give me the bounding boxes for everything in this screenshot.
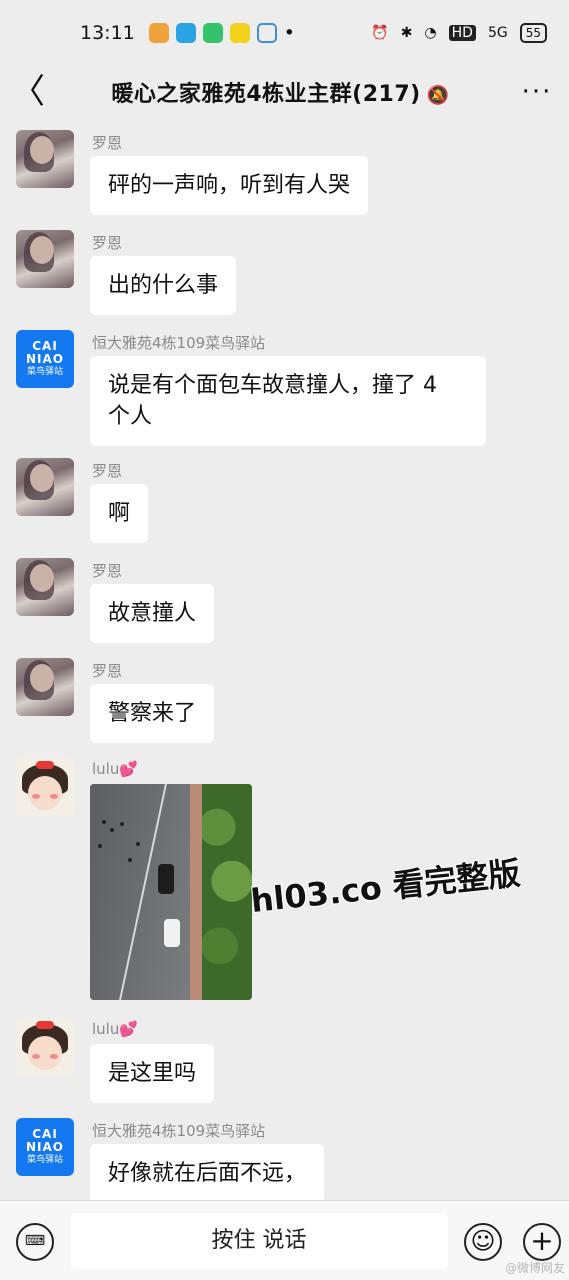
avatar[interactable] <box>16 130 74 188</box>
street-accident-photo[interactable] <box>90 784 252 1000</box>
cainiao-logo-subtext: 菜鸟驿站 <box>26 367 63 377</box>
status-time: 13:11 <box>80 22 135 44</box>
avatar[interactable] <box>16 558 74 616</box>
sender-name: 恒大雅苑4栋109菜鸟驿站 <box>92 334 266 352</box>
back-icon[interactable]: 〈 <box>0 75 56 109</box>
input-bar: ⌨ 按住 说话 ☺ + @微博网友 <box>0 1200 569 1280</box>
emoji-icon[interactable]: ☺ <box>464 1223 502 1261</box>
status-right-icons: ⏰ ✱ ◔ HD 5G 55 <box>371 23 547 43</box>
message-bubble[interactable]: 啊 <box>90 484 149 543</box>
keyboard-icon[interactable]: ⌨ <box>16 1223 54 1261</box>
hold-to-talk-button[interactable]: 按住 说话 <box>70 1213 448 1269</box>
mute-bell-icon: 🔕 <box>426 85 450 106</box>
group-name: 暖心之家雅苑4栋业主群(217) <box>111 82 421 107</box>
message-bubble[interactable]: 是这里吗 <box>90 1044 215 1103</box>
sender-name: lulu💕 <box>92 760 139 778</box>
message-bubble[interactable]: 出的什么事 <box>90 256 237 315</box>
avatar[interactable] <box>16 658 74 716</box>
message-bubble[interactable]: 故意撞人 <box>90 584 215 643</box>
phone-app-icon <box>202 23 223 43</box>
sender-name: 罗恩 <box>92 662 123 680</box>
bluetooth-icon: ✱ <box>400 25 413 41</box>
message-app-icon <box>256 23 277 43</box>
corner-watermark: @微博网友 <box>504 1261 565 1275</box>
avatar[interactable] <box>16 1018 74 1076</box>
avatar[interactable] <box>16 230 74 288</box>
sender-name: 罗恩 <box>92 562 123 580</box>
avatar[interactable] <box>16 758 74 816</box>
sender-name: 罗恩 <box>92 234 123 252</box>
more-options-icon[interactable]: ··· <box>505 77 569 107</box>
chat-header: 〈 暖心之家雅苑4栋业主群(217) 🔕 ··· <box>0 66 569 118</box>
sender-name: 罗恩 <box>92 134 123 152</box>
cainiao-logo-text: CAI NIAO <box>26 339 64 366</box>
status-dot: • <box>283 22 295 44</box>
signal-icon: 5G <box>487 25 508 41</box>
app-notification-icon <box>148 23 169 43</box>
sender-name: lulu💕 <box>92 1020 139 1038</box>
battery-icon: 55 <box>519 23 547 43</box>
plus-icon[interactable]: + <box>523 1223 561 1261</box>
message-bubble[interactable]: 砰的一声响，听到有人哭 <box>90 156 369 215</box>
message-bubble[interactable]: 好像就在后面不远， <box>90 1144 325 1200</box>
alarm-off-icon: ⏰ <box>371 25 389 41</box>
avatar[interactable]: CAI NIAO 菜鸟驿站 <box>16 1118 74 1176</box>
status-app-icons: • <box>148 22 295 44</box>
chat-message-list[interactable]: 罗恩 砰的一声响，听到有人哭 罗恩 出的什么事 CAI NIAO 菜鸟驿站 恒大雅… <box>0 118 569 1200</box>
wifi-icon: ◔ <box>424 25 437 41</box>
message-bubble[interactable]: 警察来了 <box>90 684 215 743</box>
watermark-text: hl03.co 看完整版 <box>248 853 523 921</box>
app-badge-icon <box>229 23 250 43</box>
message-bubble[interactable]: 说是有个面包车故意撞人，撞了 4 个人 <box>90 356 486 446</box>
cainiao-logo-subtext: 菜鸟驿站 <box>26 1155 63 1165</box>
hd-icon: HD <box>448 25 476 41</box>
sender-name: 恒大雅苑4栋109菜鸟驿站 <box>92 1122 266 1140</box>
avatar[interactable]: CAI NIAO 菜鸟驿站 <box>16 330 74 388</box>
status-bar: 13:11 • ⏰ ✱ ◔ HD 5G 55 <box>0 0 569 66</box>
sender-name: 罗恩 <box>92 462 123 480</box>
cainiao-logo-text: CAI NIAO <box>26 1127 64 1154</box>
avatar[interactable] <box>16 458 74 516</box>
chat-title: 暖心之家雅苑4栋业主群(217) 🔕 <box>56 76 505 108</box>
telegram-icon <box>175 23 196 43</box>
